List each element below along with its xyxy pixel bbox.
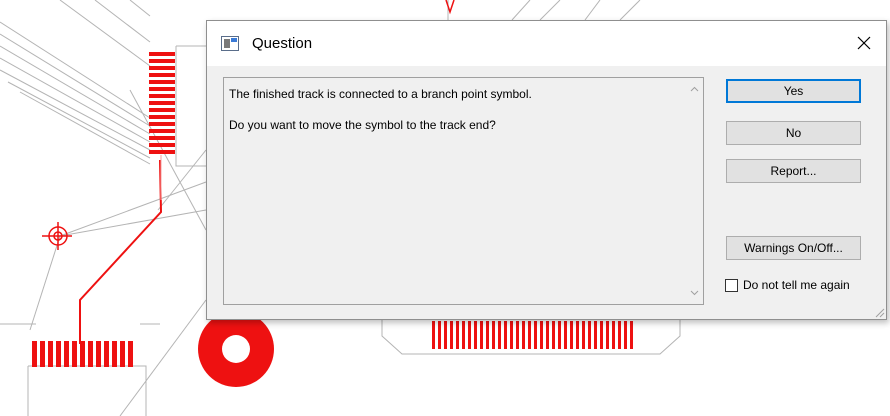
scroll-down-icon[interactable] bbox=[689, 287, 700, 298]
dialog-title: Question bbox=[252, 35, 313, 52]
do-not-tell-again-label: Do not tell me again bbox=[743, 278, 850, 292]
message-line: The finished track is connected to a bra… bbox=[229, 87, 532, 101]
app-icon bbox=[221, 36, 239, 51]
resize-grip-icon[interactable] bbox=[873, 306, 885, 318]
yes-button[interactable]: Yes bbox=[726, 79, 861, 103]
via-ring[interactable] bbox=[198, 311, 274, 387]
question-dialog: Question The finished track is connected… bbox=[206, 20, 887, 320]
bottom-center-pads bbox=[432, 321, 633, 349]
scroll-up-icon[interactable] bbox=[689, 84, 700, 95]
report-button[interactable]: Report... bbox=[726, 159, 861, 183]
message-text: The finished track is connected to a bra… bbox=[229, 86, 673, 148]
do-not-tell-again-checkbox[interactable] bbox=[725, 278, 738, 292]
dialog-titlebar[interactable]: Question bbox=[207, 21, 886, 66]
no-button[interactable]: No bbox=[726, 121, 861, 145]
close-icon bbox=[857, 36, 871, 50]
message-box: The finished track is connected to a bra… bbox=[223, 77, 704, 305]
do-not-tell-again-option[interactable]: Do not tell me again bbox=[725, 277, 850, 293]
close-button[interactable] bbox=[848, 27, 880, 59]
message-line: Do you want to move the symbol to the tr… bbox=[229, 118, 496, 132]
message-scrollbar[interactable] bbox=[686, 78, 703, 304]
pcb-pads bbox=[32, 52, 175, 367]
red-track[interactable] bbox=[79, 159, 163, 344]
warnings-toggle-button[interactable]: Warnings On/Off... bbox=[726, 236, 861, 260]
